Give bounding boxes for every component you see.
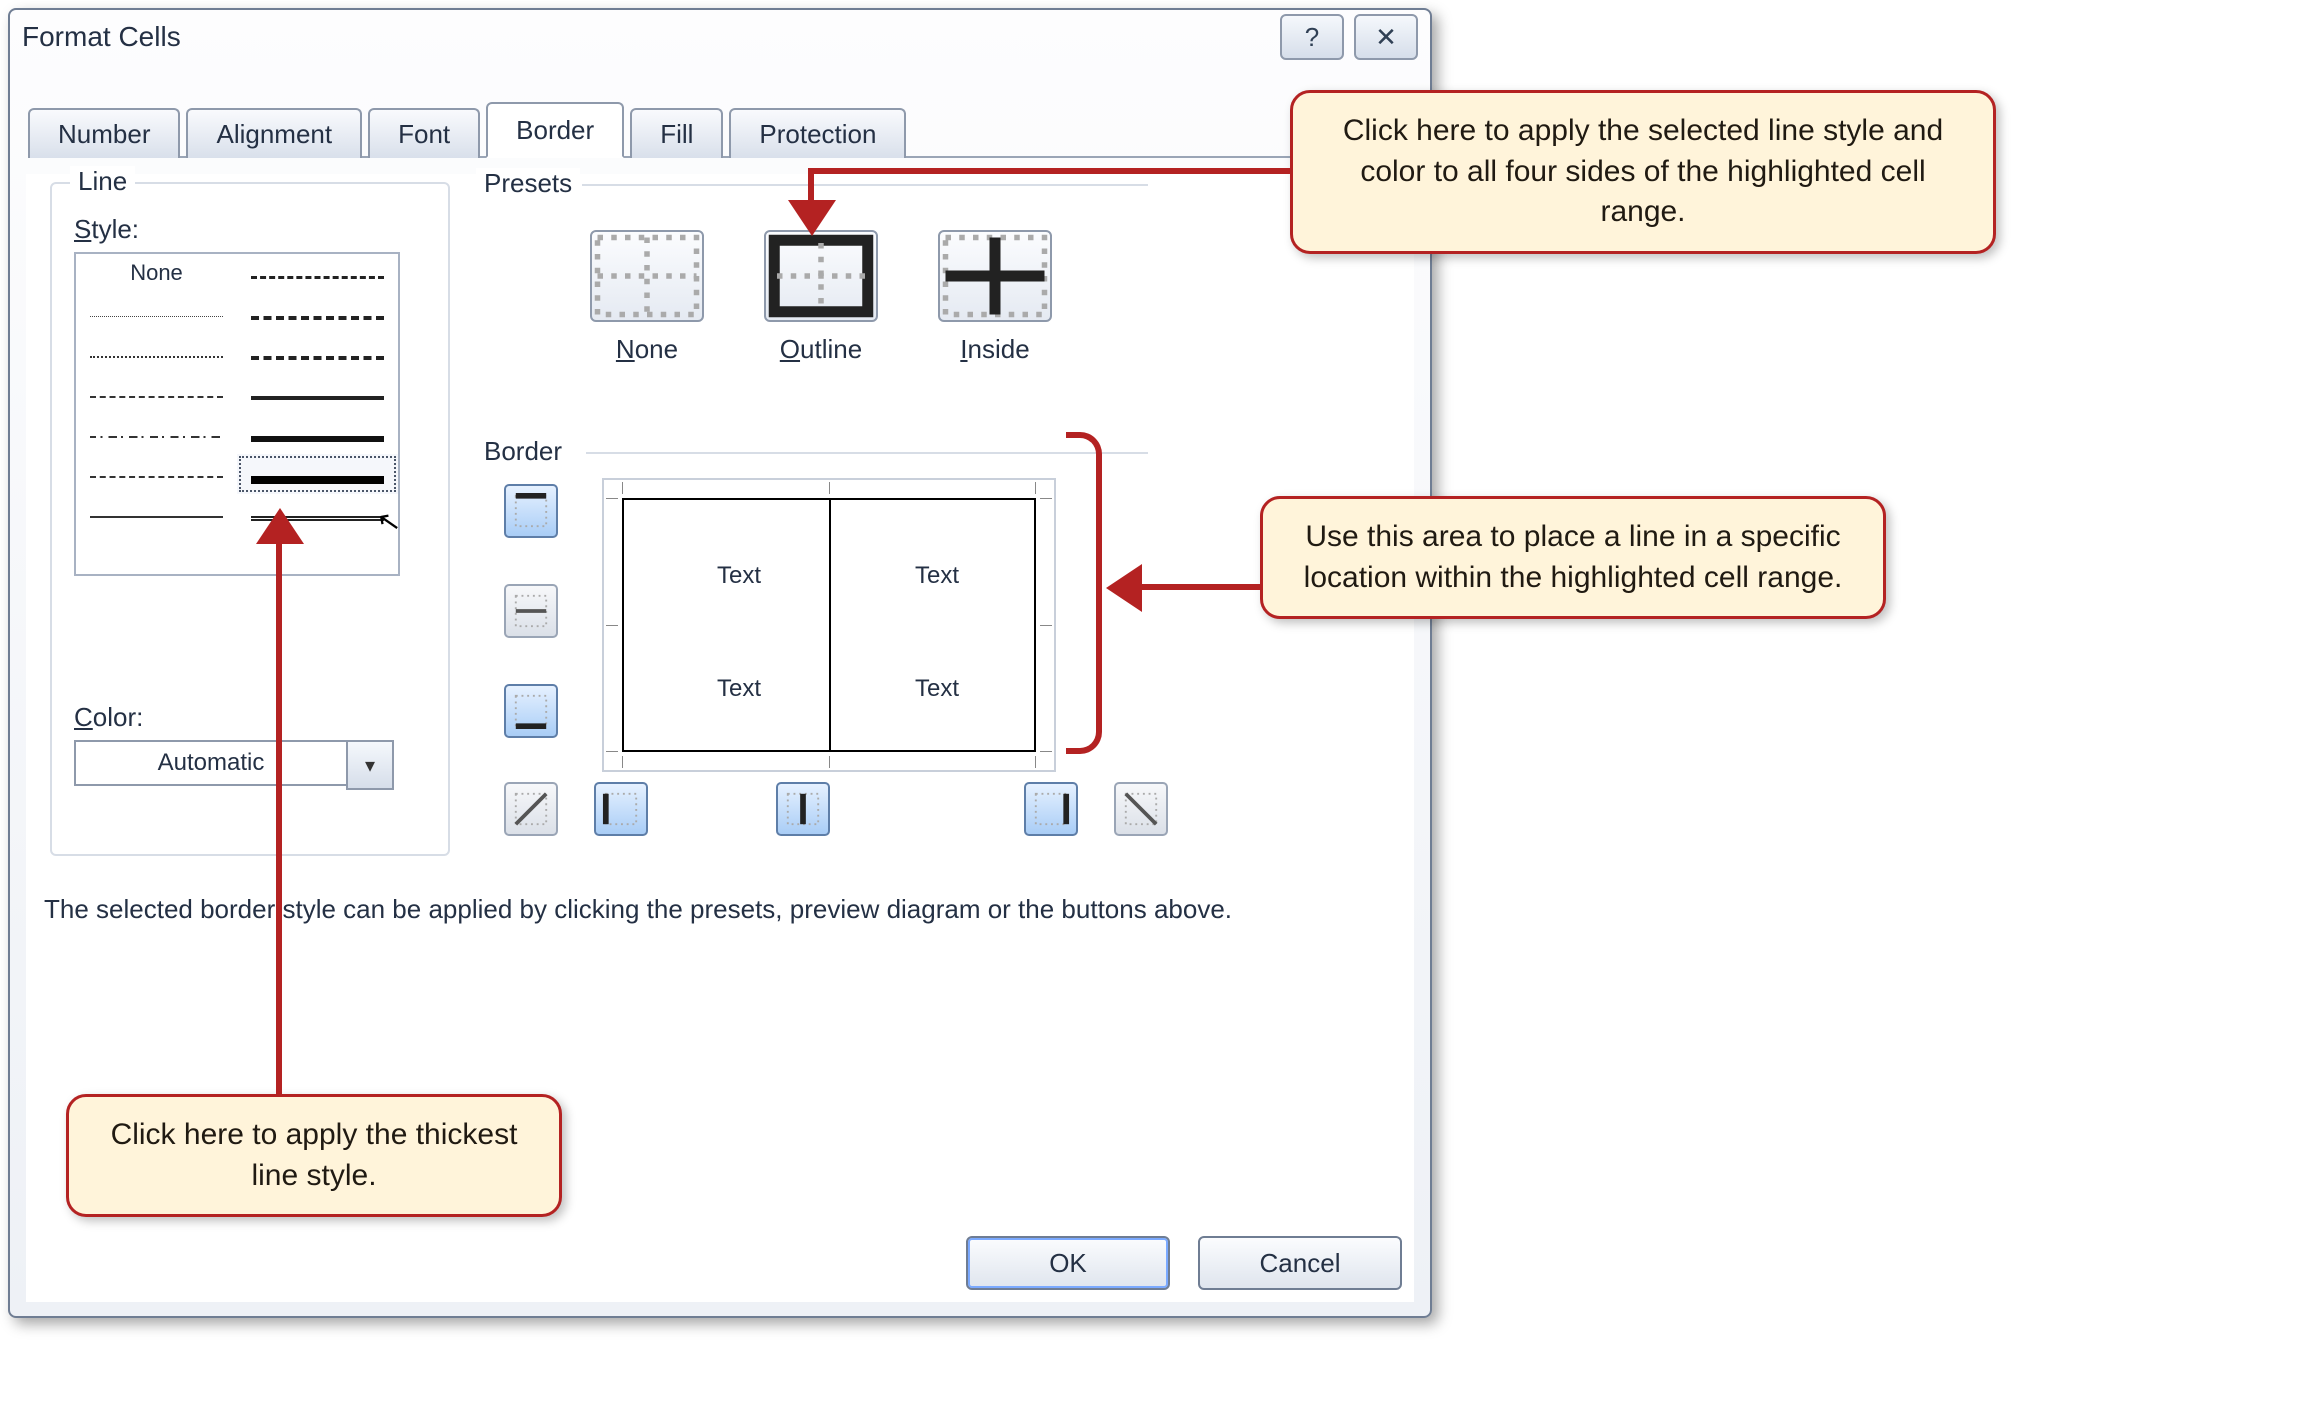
border-diag-up-button[interactable] <box>504 782 558 836</box>
line-style-medium[interactable] <box>237 374 398 414</box>
line-style-none[interactable]: None <box>76 254 237 294</box>
color-dropdown-button[interactable] <box>346 740 394 790</box>
border-side-buttons <box>504 484 558 738</box>
callout-border-area: Use this area to place a line in a speci… <box>1260 496 1886 619</box>
border-top-icon <box>512 492 550 530</box>
line-style-dash-small[interactable] <box>76 374 237 414</box>
titlebar: Format Cells ? ✕ <box>10 10 1430 64</box>
border-mid-v-button[interactable] <box>776 782 830 836</box>
border-diag-up-icon <box>512 790 550 828</box>
preview-text-bl: Text <box>717 675 761 703</box>
preview-text-br: Text <box>915 675 959 703</box>
border-top-button[interactable] <box>504 484 558 538</box>
line-group-label: Line <box>70 166 135 197</box>
window-title: Format Cells <box>22 21 181 53</box>
preset-outline-button[interactable] <box>764 230 878 322</box>
tab-alignment[interactable]: Alignment <box>186 108 362 158</box>
color-value-display[interactable]: Automatic <box>74 740 348 786</box>
preview-mid-vertical <box>829 498 831 752</box>
line-style-thick[interactable] <box>237 414 398 454</box>
arrow-line-border <box>1140 584 1260 590</box>
ok-button[interactable]: OK <box>966 1236 1170 1290</box>
preset-inside-icon <box>940 232 1050 320</box>
border-left-icon <box>602 790 640 828</box>
border-bottom-buttons <box>504 782 1168 836</box>
presets-row: None Outline <box>590 230 1052 365</box>
line-style-thickest[interactable] <box>237 454 398 494</box>
cancel-button[interactable]: Cancel <box>1198 1236 1402 1290</box>
window-buttons: ? ✕ <box>1280 14 1418 60</box>
preview-text-tr: Text <box>915 562 959 590</box>
help-icon: ? <box>1305 22 1319 53</box>
border-right-icon <box>1032 790 1070 828</box>
preset-none-label: None <box>616 334 678 365</box>
arrow-line-thickest <box>276 540 282 1096</box>
border-bottom-button[interactable] <box>504 684 558 738</box>
arrow-line-outline-h <box>810 168 1290 174</box>
border-diag-down-icon <box>1122 790 1160 828</box>
border-divider <box>586 452 1148 454</box>
arrowhead-outline <box>788 200 836 236</box>
preset-none-icon <box>592 232 702 320</box>
line-style-picker: None <box>74 252 400 576</box>
border-left-button[interactable] <box>594 782 648 836</box>
presets-label: Presets <box>476 168 580 199</box>
callout-outline: Click here to apply the selected line st… <box>1290 90 1996 254</box>
arrowhead-thickest <box>256 508 304 544</box>
tab-fill[interactable]: Fill <box>630 108 723 158</box>
preset-inside-button[interactable] <box>938 230 1052 322</box>
style-label: Style: <box>74 214 139 245</box>
mouse-cursor-icon: ↖ <box>374 503 403 540</box>
border-mid-v-icon <box>784 790 822 828</box>
border-diag-down-button[interactable] <box>1114 782 1168 836</box>
help-button[interactable]: ? <box>1280 14 1344 60</box>
tab-border[interactable]: Border <box>486 102 624 158</box>
color-label: Color: <box>74 702 143 733</box>
border-mid-h-icon <box>512 592 550 630</box>
tab-protection[interactable]: Protection <box>729 108 906 158</box>
close-button[interactable]: ✕ <box>1354 14 1418 60</box>
line-style-medium-dashed[interactable] <box>237 294 398 334</box>
border-label: Border <box>476 436 570 467</box>
border-right-button[interactable] <box>1024 782 1078 836</box>
bracket-border-area <box>1066 432 1102 754</box>
presets-divider <box>582 184 1148 186</box>
line-style-medium-dash2[interactable] <box>237 334 398 374</box>
preset-outline-label: Outline <box>780 334 862 365</box>
arrowhead-border <box>1106 564 1142 612</box>
line-style-dash-long[interactable] <box>76 454 237 494</box>
preset-outline-icon <box>766 232 876 320</box>
line-group: Line Style: None <box>50 182 450 856</box>
line-style-thin[interactable] <box>76 494 237 534</box>
tab-font[interactable]: Font <box>368 108 480 158</box>
callout-thickest-line: Click here to apply the thickest line st… <box>66 1094 562 1217</box>
preset-inside-label: Inside <box>960 334 1029 365</box>
tab-strip: Number Alignment Font Border Fill Protec… <box>28 100 1412 158</box>
border-bottom-icon <box>512 692 550 730</box>
close-icon: ✕ <box>1375 22 1397 53</box>
explanation-text: The selected border style can be applied… <box>44 894 1396 925</box>
line-style-dotted[interactable] <box>76 334 237 374</box>
preview-text-tl: Text <box>717 562 761 590</box>
line-style-dash-dot[interactable] <box>76 414 237 454</box>
tab-number[interactable]: Number <box>28 108 180 158</box>
line-style-medium-dashdot[interactable] <box>237 254 398 294</box>
border-preview[interactable]: Text Text Text Text <box>602 478 1056 772</box>
preset-none-button[interactable] <box>590 230 704 322</box>
line-style-hairline[interactable] <box>76 294 237 334</box>
border-mid-h-button[interactable] <box>504 584 558 638</box>
